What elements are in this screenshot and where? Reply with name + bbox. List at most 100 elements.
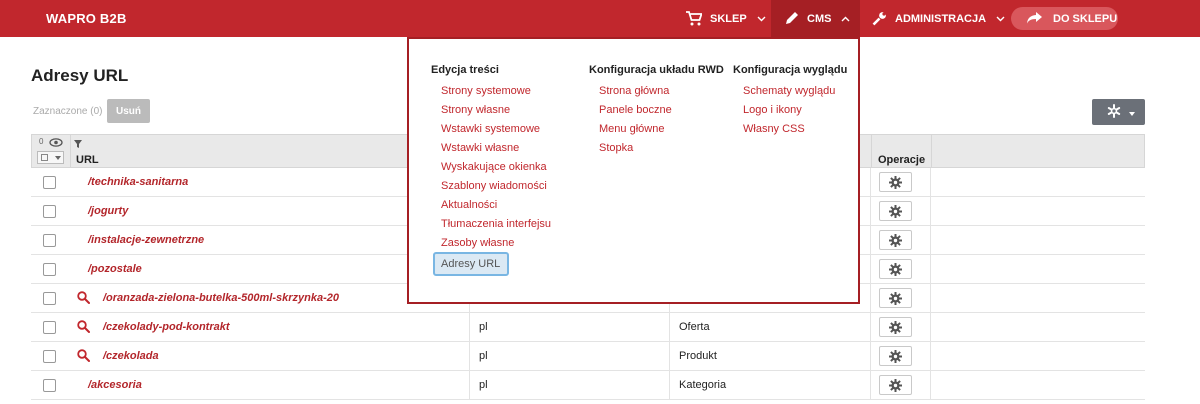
cell-divider — [870, 284, 871, 313]
cell-divider — [870, 226, 871, 255]
row-checkbox[interactable] — [43, 292, 56, 305]
search-icon[interactable] — [77, 320, 90, 336]
row-url[interactable]: /pozostale — [88, 263, 142, 275]
menu-item-strony-systemowe[interactable]: Strony systemowe — [431, 82, 551, 101]
cell-divider — [870, 255, 871, 284]
row-url[interactable]: /technika-sanitarna — [88, 176, 188, 188]
row-checkbox[interactable] — [43, 234, 56, 247]
gear-icon — [889, 204, 902, 218]
menu-column-content: Edycja treści Strony systemowe Strony wł… — [431, 64, 551, 276]
nav-sklep-label: SKLEP — [710, 12, 747, 25]
select-all-dropdown[interactable] — [37, 151, 64, 164]
row-checkbox[interactable] — [43, 205, 56, 218]
row-language: pl — [479, 321, 488, 333]
row-url[interactable]: /czekolada — [103, 350, 159, 362]
grid-tools-button[interactable] — [1092, 99, 1145, 125]
cell-divider — [669, 313, 670, 342]
chevron-up-icon — [841, 16, 850, 22]
cell-divider — [930, 168, 931, 197]
menu-item-adresy-url[interactable]: Adresy URL — [433, 252, 509, 276]
menu-heading: Konfiguracja wyglądu — [733, 64, 848, 76]
cell-divider — [930, 284, 931, 313]
gear-icon — [889, 233, 902, 247]
search-icon[interactable] — [77, 349, 90, 365]
row-settings-button[interactable] — [879, 346, 912, 366]
cell-divider — [870, 342, 871, 371]
column-divider — [931, 135, 932, 167]
menu-item-tlumaczenia-interfejsu[interactable]: Tłumaczenia interfejsu — [431, 215, 551, 234]
nav-sklep[interactable]: SKLEP — [685, 0, 771, 37]
chevron-down-icon — [996, 16, 1005, 22]
menu-item-menu-glowne[interactable]: Menu główne — [589, 120, 724, 139]
row-checkbox[interactable] — [43, 263, 56, 276]
menu-item-aktualnosci[interactable]: Aktualności — [431, 196, 551, 215]
cell-divider — [870, 168, 871, 197]
menu-item-schematy-wygladu[interactable]: Schematy wyglądu — [733, 82, 847, 101]
menu-item-szablony-wiadomosci[interactable]: Szablony wiadomości — [431, 177, 551, 196]
row-settings-button[interactable] — [879, 230, 912, 250]
delete-button[interactable]: Usuń — [107, 99, 150, 123]
row-type: Kategoria — [679, 379, 727, 391]
row-url[interactable]: /instalacje-zewnetrzne — [88, 234, 204, 246]
row-checkbox[interactable] — [43, 321, 56, 334]
tools-icon — [1106, 103, 1122, 122]
cms-dropdown-menu: Edycja treści Strony systemowe Strony wł… — [407, 37, 860, 304]
menu-item-panele-boczne[interactable]: Panele boczne — [589, 101, 724, 120]
row-settings-button[interactable] — [879, 172, 912, 192]
row-settings-button[interactable] — [879, 375, 912, 395]
menu-item-strony-wlasne[interactable]: Strony własne — [431, 101, 551, 120]
cell-divider — [930, 197, 931, 226]
page-title: Adresy URL — [31, 66, 129, 85]
table-row: /czekolada pl Produkt — [31, 342, 1145, 371]
row-url[interactable]: /czekolady-pod-kontrakt — [103, 321, 230, 333]
menu-column-appearance: Konfiguracja wyglądu Schematy wyglądu Lo… — [733, 64, 847, 139]
menu-item-zasoby-wlasne[interactable]: Zasoby własne — [431, 234, 551, 253]
brand-logo[interactable]: WAPRO B2B — [46, 11, 127, 26]
visible-count: 0 — [39, 137, 44, 146]
row-url[interactable]: /oranzada-zielona-butelka-500ml-skrzynka… — [103, 292, 339, 304]
go-to-shop-button[interactable]: DO SKLEPU — [1011, 7, 1118, 30]
menu-item-strona-glowna[interactable]: Strona główna — [589, 82, 724, 101]
search-icon[interactable] — [77, 291, 90, 307]
gear-icon — [889, 349, 902, 363]
row-settings-button[interactable] — [879, 201, 912, 221]
eye-icon[interactable] — [49, 136, 63, 150]
nav-administracja-label: ADMINISTRACJA — [895, 12, 987, 25]
gear-icon — [889, 262, 902, 276]
nav-cms[interactable]: CMS — [771, 0, 860, 37]
cell-divider — [870, 371, 871, 400]
row-url[interactable]: /jogurty — [88, 205, 128, 217]
menu-item-wstawki-wlasne[interactable]: Wstawki własne — [431, 139, 551, 158]
go-to-shop-label: DO SKLEPU — [1053, 12, 1118, 25]
column-header-url[interactable]: URL — [76, 154, 99, 166]
row-settings-button[interactable] — [879, 317, 912, 337]
gear-icon — [889, 175, 902, 189]
row-type: Produkt — [679, 350, 717, 362]
cell-divider — [930, 226, 931, 255]
gear-icon — [889, 291, 902, 305]
menu-item-wlasny-css[interactable]: Własny CSS — [733, 120, 847, 139]
nav-cms-label: CMS — [807, 12, 832, 25]
menu-item-logo-i-ikony[interactable]: Logo i ikony — [733, 101, 847, 120]
table-row: /czekolady-pod-kontrakt pl Oferta — [31, 313, 1145, 342]
menu-item-stopka[interactable]: Stopka — [589, 139, 724, 158]
row-checkbox[interactable] — [43, 379, 56, 392]
row-settings-button[interactable] — [879, 259, 912, 279]
row-settings-button[interactable] — [879, 288, 912, 308]
cart-icon — [685, 11, 702, 26]
cell-divider — [930, 313, 931, 342]
menu-item-wyskakujace-okienka[interactable]: Wyskakujące okienka — [431, 158, 551, 177]
selected-count: Zaznaczone (0) — [33, 106, 103, 117]
top-navigation-bar: WAPRO B2B SKLEP CMS ADMINISTRACJA DO SKL — [0, 0, 1200, 37]
filter-icon[interactable] — [74, 137, 82, 151]
caret-down-icon — [55, 156, 61, 160]
nav-administracja[interactable]: ADMINISTRACJA — [872, 0, 1005, 37]
row-checkbox[interactable] — [43, 176, 56, 189]
row-type: Oferta — [679, 321, 710, 333]
row-checkbox[interactable] — [43, 350, 56, 363]
menu-item-wstawki-systemowe[interactable]: Wstawki systemowe — [431, 120, 551, 139]
checkbox-icon — [41, 154, 48, 161]
cell-divider — [469, 313, 470, 342]
share-arrow-icon — [1011, 11, 1043, 27]
row-url[interactable]: /akcesoria — [88, 379, 142, 391]
